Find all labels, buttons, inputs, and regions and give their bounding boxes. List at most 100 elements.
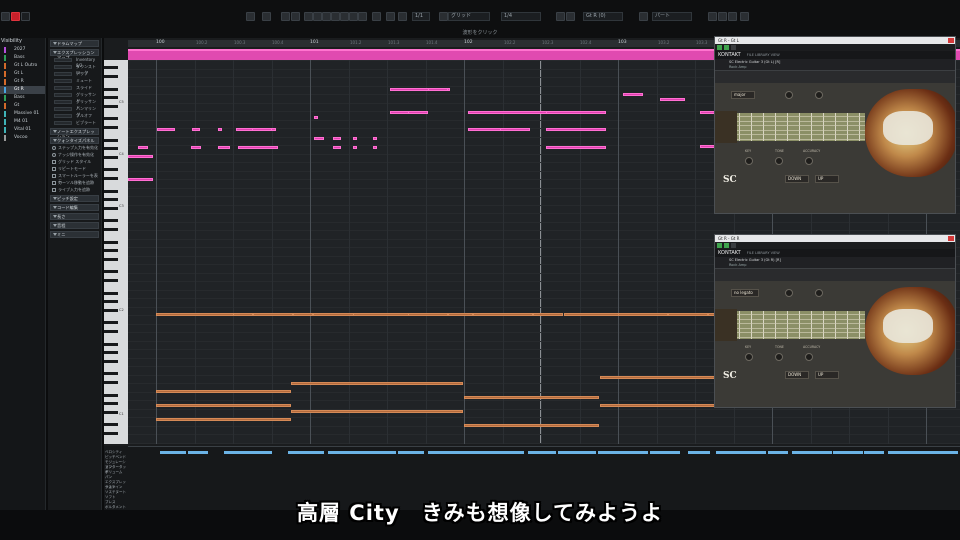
midi-note[interactable]: [314, 116, 318, 119]
black-key[interactable]: [104, 249, 118, 252]
inspector-section[interactable]: ピッチ設定: [50, 195, 99, 202]
black-key[interactable]: [104, 431, 118, 435]
articulation-row[interactable]: ハンマリング: [50, 106, 99, 117]
inspector-option[interactable]: ライブ入力を追跡: [50, 187, 99, 193]
velocity-bar[interactable]: [650, 451, 680, 454]
black-key[interactable]: [104, 270, 118, 274]
velocity-bar[interactable]: [224, 451, 272, 454]
solo-button[interactable]: [246, 12, 255, 21]
track-item[interactable]: Gt R: [0, 86, 45, 94]
black-key[interactable]: [104, 206, 118, 210]
midi-note[interactable]: [156, 390, 291, 393]
midi-note[interactable]: [546, 111, 606, 114]
midi-note[interactable]: [156, 313, 236, 316]
black-key[interactable]: [104, 198, 118, 201]
option-toggle[interactable]: [52, 181, 56, 185]
strum-knob[interactable]: [785, 91, 793, 99]
midi-note[interactable]: [253, 313, 293, 316]
black-key[interactable]: [104, 87, 118, 91]
black-key[interactable]: [104, 168, 118, 172]
midi-note[interactable]: [564, 313, 624, 316]
kontakt-menu[interactable]: FILE LIBRARY VIEW: [747, 251, 780, 255]
power-icon[interactable]: [717, 45, 722, 50]
midi-note[interactable]: [353, 146, 357, 149]
black-key[interactable]: [104, 351, 118, 354]
track-item[interactable]: Vital 01: [0, 126, 45, 134]
mute-tool-icon[interactable]: [340, 12, 349, 21]
inspector-section[interactable]: エクスプレッションマップ: [50, 49, 99, 60]
track-item[interactable]: 2027: [0, 46, 45, 54]
velocity-bar[interactable]: [528, 451, 556, 454]
black-key[interactable]: [104, 291, 118, 295]
midi-note[interactable]: [428, 88, 448, 91]
midi-note[interactable]: [138, 146, 148, 149]
step-input-icon[interactable]: [556, 12, 565, 21]
option-toggle[interactable]: [52, 153, 56, 157]
track-item[interactable]: Gt L: [0, 70, 45, 78]
track-item[interactable]: Gt: [0, 102, 45, 110]
black-key[interactable]: [104, 423, 118, 427]
velocity-bar[interactable]: [768, 451, 788, 454]
quantize-dropdown[interactable]: 1/4: [501, 12, 541, 21]
track-item[interactable]: Vocoo: [0, 134, 45, 142]
midi-note[interactable]: [353, 313, 413, 316]
color-mode-dropdown[interactable]: パート: [652, 12, 692, 21]
velocity-bar[interactable]: [288, 451, 324, 454]
track-item[interactable]: Bass: [0, 54, 45, 62]
mode-button[interactable]: no legato: [731, 289, 759, 297]
track-item[interactable]: Gt L Outro: [0, 62, 45, 70]
inspector-section[interactable]: 音程: [50, 222, 99, 229]
inspector-option[interactable]: ステップ入力を有効化: [50, 145, 99, 151]
articulation-row[interactable]: ビブラート: [50, 120, 99, 126]
inspector-section[interactable]: ドラムマップ: [50, 40, 99, 47]
midi-note[interactable]: [291, 382, 463, 385]
articulation-slot[interactable]: [54, 58, 72, 62]
articulation-slot[interactable]: [54, 100, 72, 104]
track-item[interactable]: Massive 01: [0, 110, 45, 118]
black-key[interactable]: [104, 240, 118, 244]
midi-note[interactable]: [546, 128, 606, 131]
draw-tool-icon[interactable]: [291, 12, 300, 21]
option-toggle[interactable]: [52, 174, 56, 178]
midi-note[interactable]: [373, 146, 377, 149]
black-key[interactable]: [104, 342, 118, 346]
black-key[interactable]: [104, 278, 118, 282]
midi-note[interactable]: [314, 137, 324, 140]
track-item[interactable]: Bass: [0, 94, 45, 102]
slide-knob[interactable]: [815, 289, 823, 297]
read-icon[interactable]: [724, 243, 729, 248]
black-key[interactable]: [104, 380, 118, 384]
velocity-bar[interactable]: [188, 451, 208, 454]
midi-note[interactable]: [546, 146, 606, 149]
layout-button-1[interactable]: [708, 12, 717, 21]
black-key[interactable]: [104, 147, 118, 150]
kontakt-menu[interactable]: FILE LIBRARY VIEW: [747, 53, 780, 57]
velocity-bar[interactable]: [368, 451, 396, 454]
articulation-row[interactable]: アップ: [50, 71, 99, 77]
black-key[interactable]: [104, 104, 118, 108]
midi-note[interactable]: [156, 418, 291, 421]
black-key[interactable]: [104, 66, 118, 70]
midi-note[interactable]: [218, 146, 230, 149]
black-key[interactable]: [104, 402, 118, 405]
pencil-tool-icon[interactable]: [304, 12, 313, 21]
kontakt-window-2[interactable]: Gt R - Gt R KONTAKT FILE LIBRARY VIEW SC …: [714, 234, 956, 408]
articulation-row[interactable]: ダウンストローク: [50, 64, 99, 75]
articulation-slot[interactable]: [54, 114, 72, 118]
tone-knob[interactable]: [775, 157, 783, 165]
articulation-row[interactable]: スライド: [50, 85, 99, 91]
midi-note[interactable]: [473, 313, 533, 316]
option-toggle[interactable]: [52, 160, 56, 164]
midi-note[interactable]: [468, 111, 548, 114]
black-key[interactable]: [104, 321, 118, 325]
write-icon[interactable]: [731, 243, 736, 248]
slide-knob[interactable]: [815, 91, 823, 99]
split-tool-icon[interactable]: [322, 12, 331, 21]
strum-knob[interactable]: [785, 289, 793, 297]
articulation-row[interactable]: ミュート: [50, 78, 99, 84]
read-icon[interactable]: [724, 45, 729, 50]
midi-note[interactable]: [600, 376, 720, 379]
inspector-section[interactable]: コード編集: [50, 204, 99, 211]
articulation-row[interactable]: グリッサンド: [50, 99, 99, 110]
black-key[interactable]: [104, 176, 118, 180]
